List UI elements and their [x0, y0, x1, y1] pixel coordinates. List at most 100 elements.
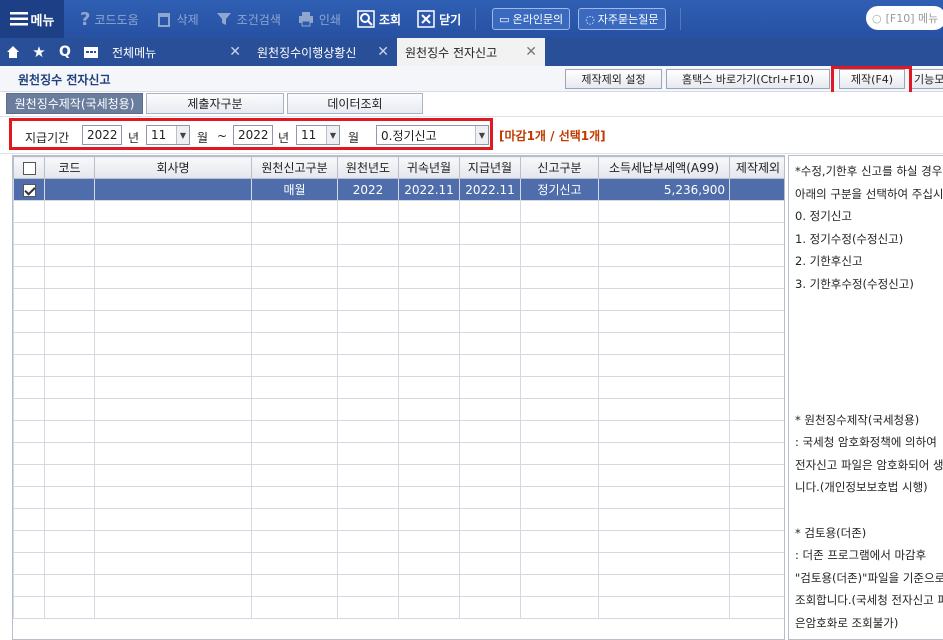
empty-cell[interactable]: [13, 376, 45, 399]
empty-cell[interactable]: [94, 332, 252, 355]
empty-cell[interactable]: [520, 464, 599, 487]
quick-search-icon[interactable]: Q: [52, 38, 78, 66]
empty-cell[interactable]: [13, 574, 45, 597]
empty-row[interactable]: [13, 332, 784, 355]
tab-close-icon[interactable]: ✕: [525, 44, 537, 60]
condition-search-button[interactable]: 조건검색: [215, 0, 281, 38]
empty-cell[interactable]: [251, 596, 338, 619]
empty-cell[interactable]: [251, 574, 338, 597]
empty-cell[interactable]: [13, 310, 45, 333]
empty-cell[interactable]: [520, 376, 599, 399]
empty-cell[interactable]: [398, 332, 460, 355]
empty-cell[interactable]: [251, 464, 338, 487]
empty-cell[interactable]: [44, 574, 95, 597]
empty-cell[interactable]: [520, 442, 599, 465]
empty-cell[interactable]: [44, 354, 95, 377]
menu-button[interactable]: 메뉴: [0, 0, 64, 38]
empty-cell[interactable]: [729, 530, 784, 553]
empty-cell[interactable]: [459, 486, 521, 509]
empty-cell[interactable]: [337, 574, 399, 597]
empty-cell[interactable]: [337, 266, 399, 289]
empty-cell[interactable]: [337, 442, 399, 465]
empty-cell[interactable]: [598, 266, 730, 289]
empty-row[interactable]: [13, 222, 784, 245]
empty-cell[interactable]: [251, 244, 338, 267]
tab-withholding-status[interactable]: 원천징수이행상황신 ✕: [249, 38, 397, 66]
empty-cell[interactable]: [398, 596, 460, 619]
empty-cell[interactable]: [94, 552, 252, 575]
empty-cell[interactable]: [459, 574, 521, 597]
empty-cell[interactable]: [729, 398, 784, 421]
col-header-report-div[interactable]: 원천신고구분: [251, 156, 338, 179]
empty-cell[interactable]: [337, 596, 399, 619]
empty-cell[interactable]: [459, 266, 521, 289]
table-row[interactable]: 매월 2022 2022.11 2022.11 정기신고 5,236,900: [13, 178, 784, 201]
empty-cell[interactable]: [337, 486, 399, 509]
empty-cell[interactable]: [729, 200, 784, 223]
empty-cell[interactable]: [251, 486, 338, 509]
empty-cell[interactable]: [337, 200, 399, 223]
row-checkbox-cell[interactable]: [13, 178, 45, 201]
empty-cell[interactable]: [251, 354, 338, 377]
tab-all-menu[interactable]: 전체메뉴 ✕: [104, 38, 249, 66]
empty-cell[interactable]: [13, 464, 45, 487]
empty-cell[interactable]: [337, 354, 399, 377]
empty-cell[interactable]: [337, 530, 399, 553]
empty-cell[interactable]: [520, 200, 599, 223]
empty-cell[interactable]: [13, 420, 45, 443]
empty-cell[interactable]: [520, 332, 599, 355]
tab-close-icon[interactable]: ✕: [377, 44, 389, 60]
empty-cell[interactable]: [337, 398, 399, 421]
empty-cell[interactable]: [13, 442, 45, 465]
empty-row[interactable]: [13, 244, 784, 267]
empty-cell[interactable]: [94, 266, 252, 289]
calendar-icon[interactable]: [78, 38, 104, 66]
empty-cell[interactable]: [520, 244, 599, 267]
close-button[interactable]: 닫기: [417, 0, 461, 38]
tab-withholding-efiling[interactable]: 원천징수 전자신고 ✕: [397, 38, 545, 66]
cell-pay-ym[interactable]: 2022.11: [459, 178, 521, 201]
empty-cell[interactable]: [398, 442, 460, 465]
empty-cell[interactable]: [398, 398, 460, 421]
empty-cell[interactable]: [337, 288, 399, 311]
empty-cell[interactable]: [459, 398, 521, 421]
empty-cell[interactable]: [251, 200, 338, 223]
empty-cell[interactable]: [13, 530, 45, 553]
empty-cell[interactable]: [44, 310, 95, 333]
empty-cell[interactable]: [251, 552, 338, 575]
empty-cell[interactable]: [94, 376, 252, 399]
empty-cell[interactable]: [94, 508, 252, 531]
subtab-nts-production[interactable]: 원천징수제작(국세청용): [6, 93, 143, 114]
empty-cell[interactable]: [520, 266, 599, 289]
empty-row[interactable]: [13, 310, 784, 333]
empty-cell[interactable]: [337, 420, 399, 443]
empty-cell[interactable]: [520, 354, 599, 377]
empty-cell[interactable]: [398, 508, 460, 531]
empty-cell[interactable]: [251, 266, 338, 289]
empty-cell[interactable]: [13, 288, 45, 311]
cell-tax[interactable]: 5,236,900: [598, 178, 730, 201]
col-header-pay-ym[interactable]: 지급년월: [459, 156, 521, 179]
empty-cell[interactable]: [459, 310, 521, 333]
empty-cell[interactable]: [459, 376, 521, 399]
empty-cell[interactable]: [729, 552, 784, 575]
empty-cell[interactable]: [44, 222, 95, 245]
empty-cell[interactable]: [398, 200, 460, 223]
empty-cell[interactable]: [729, 574, 784, 597]
empty-cell[interactable]: [13, 596, 45, 619]
empty-row[interactable]: [13, 574, 784, 597]
empty-cell[interactable]: [398, 310, 460, 333]
empty-cell[interactable]: [598, 552, 730, 575]
empty-cell[interactable]: [94, 464, 252, 487]
empty-cell[interactable]: [459, 354, 521, 377]
empty-cell[interactable]: [729, 332, 784, 355]
empty-cell[interactable]: [520, 310, 599, 333]
empty-cell[interactable]: [44, 244, 95, 267]
empty-cell[interactable]: [398, 464, 460, 487]
empty-row[interactable]: [13, 420, 784, 443]
inquiry-button[interactable]: 조회: [357, 0, 401, 38]
empty-cell[interactable]: [337, 332, 399, 355]
empty-cell[interactable]: [337, 508, 399, 531]
col-header-year[interactable]: 원천년도: [337, 156, 399, 179]
empty-cell[interactable]: [729, 354, 784, 377]
